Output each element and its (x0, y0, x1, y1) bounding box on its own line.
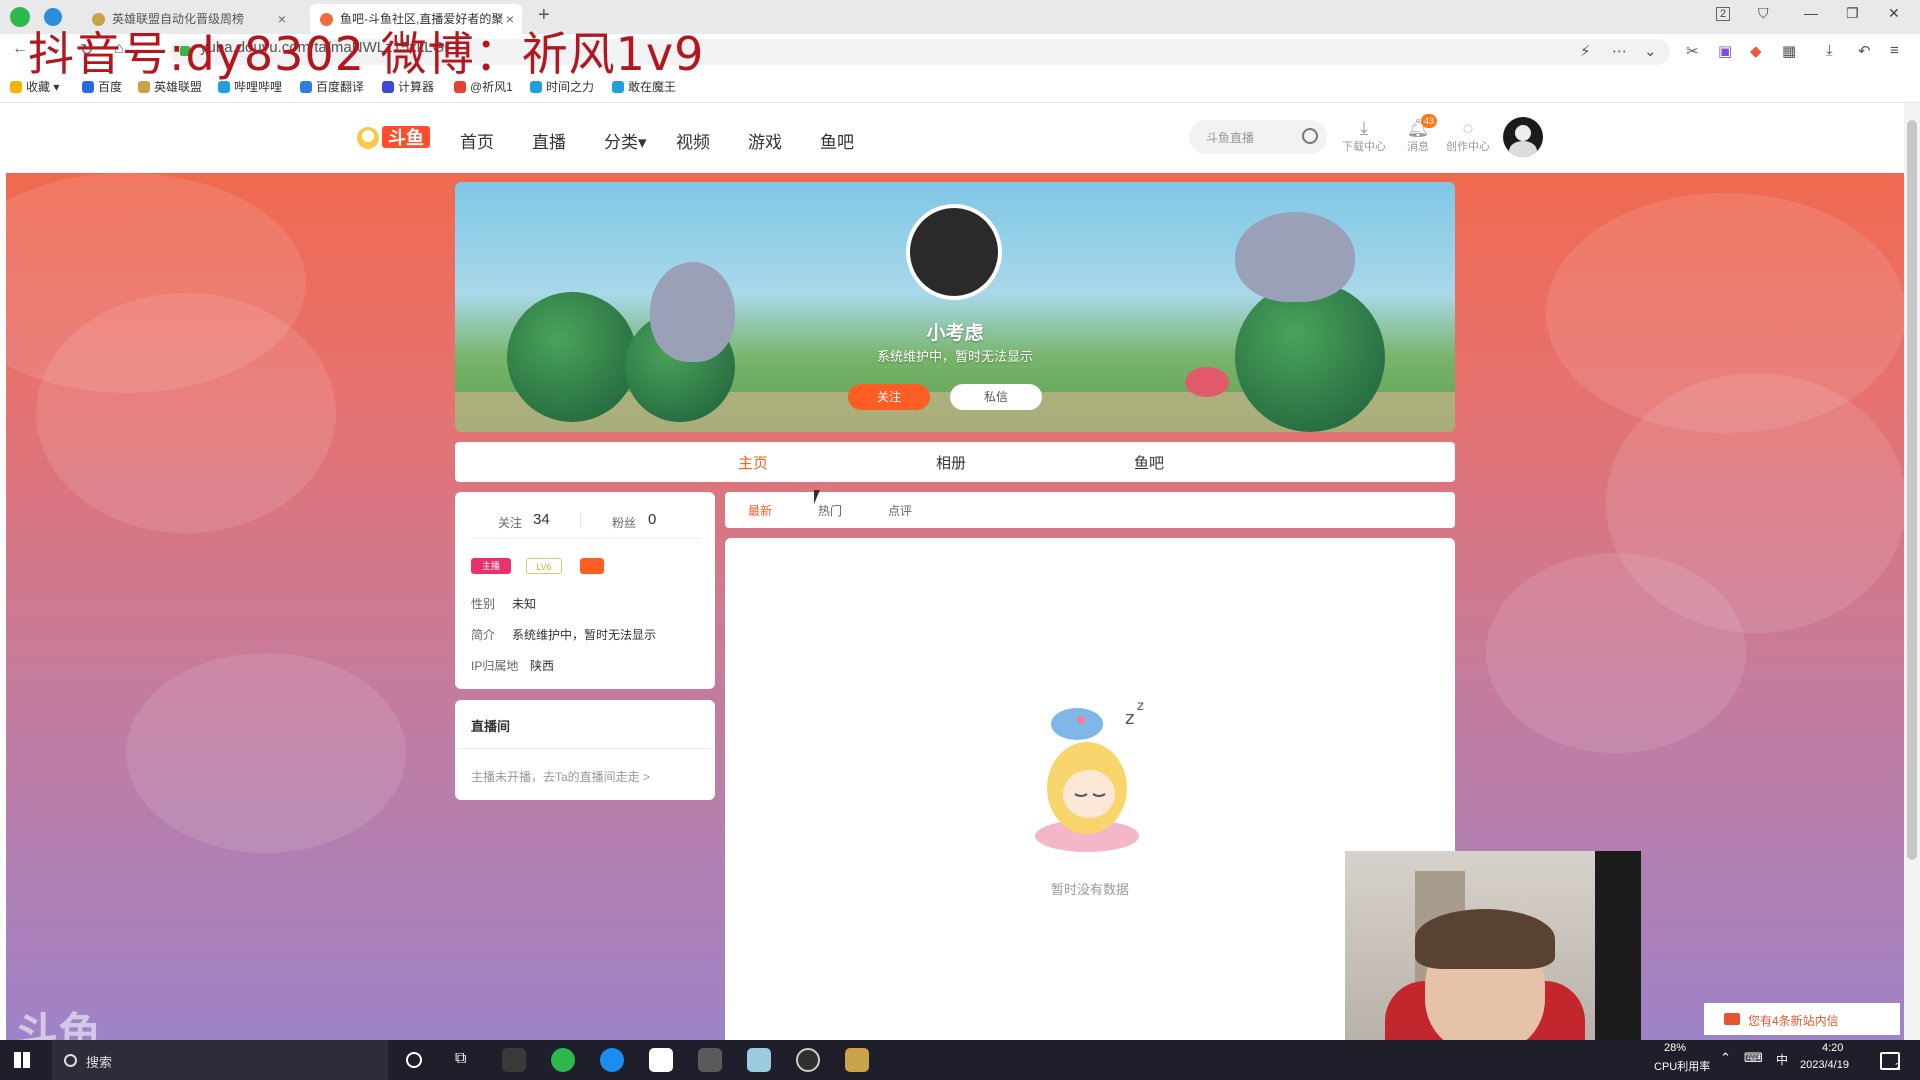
app-icon[interactable] (698, 1048, 722, 1072)
download-browser-icon[interactable]: ⤓ (1826, 42, 1833, 59)
ip-label: IP归属地 (471, 659, 519, 673)
tab-yuba[interactable]: 鱼吧 (1134, 452, 1164, 473)
clock-time[interactable]: 4:20 (1822, 1042, 1843, 1054)
browser-logo-icon[interactable] (10, 7, 30, 27)
app-icon[interactable] (747, 1048, 771, 1072)
cpu-label: CPU利用率 (1654, 1061, 1711, 1073)
live-room-card (455, 700, 715, 800)
cortana-icon[interactable] (406, 1052, 422, 1068)
taskbar-search-text[interactable]: 搜索 (86, 1052, 112, 1071)
mouse-cursor-icon (814, 490, 820, 504)
bulb-icon: ◌ (1462, 118, 1474, 138)
tab-album[interactable]: 相册 (936, 452, 966, 473)
divider (456, 748, 714, 749)
subtab-latest[interactable]: 最新 (748, 502, 772, 519)
league-icon[interactable] (845, 1048, 869, 1072)
notification-count: 2 (1895, 1062, 1901, 1073)
tab-home[interactable]: 主页 (738, 452, 768, 473)
gender-value: 未知 (512, 597, 537, 611)
app-icon[interactable] (649, 1048, 673, 1072)
message-button[interactable]: 私信 (950, 384, 1042, 410)
stream-watermark: 抖音号:dy8302 微博：祈风1v9 (28, 27, 705, 81)
message-badge: 43 (1421, 114, 1437, 128)
obs-icon[interactable] (796, 1048, 820, 1072)
logo-text: 斗鱼 (388, 128, 424, 148)
ime-indicator[interactable]: 中 (1776, 1051, 1788, 1068)
clock-date[interactable]: 2023/4/19 (1800, 1059, 1849, 1071)
bio-value: 系统维护中，暂时无法显示 (512, 628, 657, 642)
nav-home[interactable]: 首页 (460, 128, 494, 153)
download-center[interactable]: ⤓ 下载中心 (1342, 118, 1386, 154)
app-icon[interactable] (502, 1048, 526, 1072)
sleeping-mascot-icon: z z (1035, 699, 1144, 852)
profile-name: 小考虑 (926, 323, 984, 344)
scrollbar-thumb[interactable] (1907, 120, 1917, 860)
bio-label: 简介 (471, 628, 496, 642)
minimize-icon[interactable]: — (1804, 5, 1818, 21)
menu-icon[interactable]: ≡ (1890, 42, 1899, 59)
gender-label: 性别 (471, 597, 496, 611)
empty-state-text: 暂时没有数据 (1050, 882, 1129, 897)
nav-live[interactable]: 直播 (532, 128, 566, 153)
anchor-badge: 主播 (471, 558, 511, 574)
following-label: 关注 (498, 516, 523, 530)
divider (470, 538, 700, 539)
apps-icon[interactable]: ▦ (1782, 42, 1796, 60)
following-count[interactable]: 34 (533, 511, 550, 528)
back-icon[interactable]: ← (12, 40, 28, 58)
live-room-link[interactable]: 主播未开播，去Ta的直播间走走 > (471, 768, 650, 785)
search-icon[interactable] (1302, 128, 1318, 144)
site-header (6, 103, 1904, 173)
restore-icon[interactable]: ❐ (1846, 5, 1859, 22)
translate-icon[interactable]: ▣ (1718, 42, 1732, 60)
fan-badge-icon (580, 558, 604, 574)
nav-video[interactable]: 视频 (676, 128, 710, 153)
windows-start-icon[interactable] (14, 1052, 30, 1068)
undo-icon[interactable]: ↶ (1858, 42, 1871, 60)
stat-divider (580, 512, 581, 528)
notification-text[interactable]: 您有4条新站内信 (1748, 1012, 1839, 1029)
subtab-hot[interactable]: 热门 (818, 502, 842, 519)
lightning-icon[interactable]: ⚡ (1580, 42, 1591, 60)
creator-center[interactable]: ◌ 创作中心 (1446, 118, 1490, 154)
search-icon (64, 1054, 77, 1067)
chevron-up-icon[interactable]: ⌃ (1720, 1050, 1731, 1066)
shirt-icon[interactable]: ⛉ (1758, 5, 1769, 22)
nav-category[interactable]: 分类▾ (604, 128, 647, 153)
webcam-overlay (1345, 851, 1641, 1040)
level-badge: LV6 (526, 558, 562, 574)
live-room-title: 直播间 (471, 719, 511, 734)
fans-label: 粉丝 (612, 516, 637, 530)
profile-description: 系统维护中，暂时无法显示 (876, 349, 1033, 364)
nav-games[interactable]: 游戏 (748, 128, 782, 153)
fans-count[interactable]: 0 (648, 511, 656, 528)
search-placeholder: 斗鱼直播 (1206, 131, 1255, 145)
subtab-review[interactable]: 点评 (888, 502, 912, 519)
browser-taskbar-icon[interactable] (551, 1048, 575, 1072)
keyboard-icon[interactable]: ⌨ (1744, 1050, 1763, 1066)
chevron-down-icon[interactable]: ⌄ (1644, 42, 1657, 60)
close-window-icon[interactable]: ✕ (1888, 5, 1900, 22)
nav-yuba[interactable]: 鱼吧 (820, 128, 854, 153)
cpu-value: 28% (1664, 1042, 1687, 1054)
task-view-icon[interactable]: ⧉ (455, 1050, 466, 1068)
mail-icon (1724, 1013, 1740, 1025)
ip-value: 陕西 (530, 659, 555, 673)
game-icon[interactable]: ◆ (1750, 42, 1762, 60)
profile-avatar (906, 204, 1002, 300)
more-icon[interactable]: ⋯ (1612, 42, 1627, 60)
download-icon: ⤓ (1360, 118, 1368, 138)
scissors-icon[interactable]: ✂ (1686, 42, 1699, 60)
follow-button[interactable]: 关注 (848, 384, 930, 410)
tab-count-badge[interactable]: 2 (1716, 7, 1731, 21)
user-avatar[interactable] (1503, 117, 1543, 157)
svg-text:z: z (1137, 699, 1144, 714)
svg-text:z: z (1125, 708, 1134, 729)
kugou-icon[interactable] (600, 1048, 624, 1072)
